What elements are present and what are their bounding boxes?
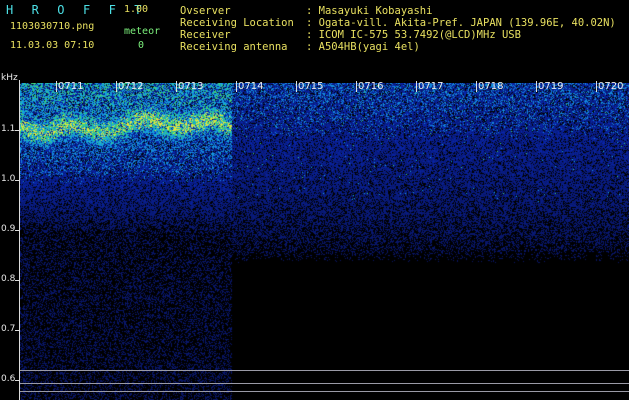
freq-tick-label: 1.1 <box>1 124 16 134</box>
time-tick <box>56 81 57 92</box>
reference-line <box>20 391 629 392</box>
time-tick-label: 0719 <box>538 81 564 92</box>
location-value: : Ogata-vill. Akita-Pref. JAPAN (139.96E… <box>306 17 616 29</box>
freq-tick <box>15 130 19 131</box>
freq-tick-label: 0.7 <box>1 324 16 334</box>
time-tick <box>476 81 477 92</box>
antenna-label: Receiving antenna <box>180 41 288 53</box>
hroft-spectrogram-window: H R O F F T 1.00 1103030710.png meteor 1… <box>0 0 629 400</box>
time-tick <box>356 81 357 92</box>
spectrogram-canvas <box>20 83 629 400</box>
time-tick-label: 0718 <box>478 81 504 92</box>
freq-tick-label: 0.9 <box>1 224 16 234</box>
meteor-label: meteor <box>124 26 161 37</box>
meteor-count: 0 <box>138 40 145 51</box>
receiver-value: : ICOM IC-575 53.7492(@LCD)MHz USB <box>306 29 521 41</box>
time-tick <box>236 81 237 92</box>
observer-label: Ovserver <box>180 5 231 17</box>
time-tick <box>116 81 117 92</box>
reference-line <box>20 370 629 371</box>
date-time: 11.03.03 07:10 <box>10 40 95 51</box>
time-tick-label: 0711 <box>58 81 84 92</box>
time-tick <box>296 81 297 92</box>
file-name: 1103030710.png <box>10 21 95 32</box>
reference-line <box>20 383 629 384</box>
time-tick <box>596 81 597 92</box>
observer-value: : Masayuki Kobayashi <box>306 5 433 17</box>
time-tick <box>416 81 417 92</box>
frequency-unit-label: kHz <box>1 73 18 83</box>
freq-tick <box>15 230 19 231</box>
frequency-axis-line <box>19 80 20 400</box>
time-tick <box>176 81 177 92</box>
freq-tick-label: 0.6 <box>1 374 16 384</box>
time-tick-label: 0720 <box>598 81 624 92</box>
freq-tick-label: 1.0 <box>1 174 16 184</box>
antenna-value: : A504HB(yagi 4el) <box>306 41 420 53</box>
receiver-label: Receiver <box>180 29 231 41</box>
freq-tick <box>15 180 19 181</box>
time-tick-label: 0716 <box>358 81 384 92</box>
freq-tick <box>15 380 19 381</box>
time-tick-label: 0715 <box>298 81 324 92</box>
app-version: 1.00 <box>124 4 149 15</box>
time-tick-label: 0714 <box>238 81 264 92</box>
location-label: Receiving Location <box>180 17 294 29</box>
freq-tick <box>15 280 19 281</box>
time-tick-label: 0717 <box>418 81 444 92</box>
freq-tick-label: 0.8 <box>1 274 16 284</box>
freq-tick <box>15 330 19 331</box>
time-tick-label: 0713 <box>178 81 204 92</box>
time-tick-label: 0712 <box>118 81 144 92</box>
time-tick <box>536 81 537 92</box>
